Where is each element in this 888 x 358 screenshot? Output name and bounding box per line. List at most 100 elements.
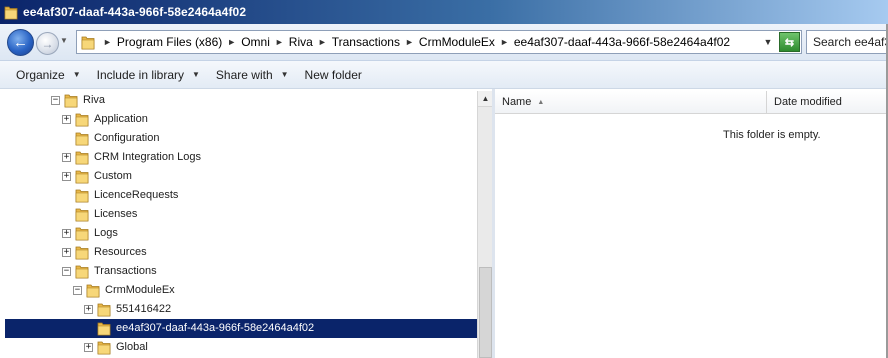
tree-item-label: Global [116, 341, 148, 353]
scrollbar-thumb[interactable] [479, 267, 492, 358]
address-bar[interactable]: ► Program Files (x86) ► Omni ► Riva ► Tr… [76, 30, 802, 54]
tree-item[interactable]: + Logs [5, 224, 477, 243]
window-title: ee4af307-daaf-443a-966f-58e2464a4f02 [23, 5, 247, 19]
column-header-label: Name [502, 96, 532, 108]
refresh-icon: ⇆ [784, 36, 795, 49]
tree-item[interactable]: − CrmModuleEx [5, 281, 477, 300]
tree-item-label: CrmModuleEx [105, 284, 175, 296]
collapse-icon[interactable]: − [73, 286, 82, 295]
expand-icon[interactable]: + [62, 172, 71, 181]
breadcrumb-separator-icon[interactable]: ► [275, 37, 284, 47]
scroll-up-button[interactable]: ▲ [478, 91, 493, 107]
breadcrumb-item[interactable]: Transactions [332, 35, 400, 49]
arrow-right-icon: → [41, 36, 54, 51]
tree-item-label: CRM Integration Logs [94, 151, 201, 163]
column-header-name[interactable]: Name ▲ [495, 91, 767, 113]
tree-item[interactable]: Licenses [5, 205, 477, 224]
folder-icon [75, 265, 89, 279]
recent-pages-dropdown[interactable]: ▼ [60, 36, 70, 48]
tree-item[interactable]: + Custom [5, 167, 477, 186]
organize-label: Organize [16, 67, 65, 82]
folder-icon [81, 36, 95, 50]
tree-item-label: Riva [83, 94, 106, 106]
breadcrumb-separator-icon[interactable]: ► [405, 37, 414, 47]
tree-item-label: Logs [94, 227, 118, 239]
breadcrumb-item[interactable]: Omni [241, 35, 270, 49]
expand-icon[interactable]: + [62, 115, 71, 124]
tree-item[interactable]: + CRM Integration Logs [5, 148, 477, 167]
chevron-up-icon: ▲ [481, 94, 490, 103]
tree-item-label: ee4af307-daaf-443a-966f-58e2464a4f02 [116, 322, 315, 334]
new-folder-label: New folder [304, 67, 362, 82]
folder-icon [75, 170, 89, 184]
breadcrumb-item[interactable]: Program Files (x86) [117, 35, 222, 49]
search-placeholder: Search ee4af307 [813, 35, 888, 49]
folder-icon [75, 189, 89, 203]
folder-icon [97, 322, 111, 336]
share-with-button[interactable]: Share with ▼ [208, 64, 297, 86]
breadcrumb-item[interactable]: ee4af307-daaf-443a-966f-58e2464a4f02 [514, 35, 730, 49]
expand-icon[interactable]: + [62, 229, 71, 238]
tree-item[interactable]: + Resources [5, 243, 477, 262]
tree-item[interactable]: +551416422 [5, 300, 477, 319]
breadcrumb-separator-icon[interactable]: ► [227, 37, 236, 47]
navigation-tree[interactable]: − Riva + Application Configuration + CRM Integ… [5, 91, 477, 358]
breadcrumb: Program Files (x86) ► Omni ► Riva ► Tran… [117, 35, 730, 49]
address-row: ← → ▼ ► Program Files (x86) ► Omni ► Riv… [0, 24, 888, 61]
folder-icon [97, 303, 111, 317]
breadcrumb-item[interactable]: Riva [289, 35, 313, 49]
refresh-button[interactable]: ⇆ [779, 32, 800, 52]
file-list[interactable]: Name ▲ Date modified This folder is empt… [495, 89, 888, 358]
folder-icon [75, 246, 89, 260]
expand-icon[interactable]: + [84, 343, 93, 352]
column-headers: Name ▲ Date modified [495, 91, 888, 114]
include-in-library-button[interactable]: Include in library ▼ [89, 64, 208, 86]
tree-item[interactable]: ee4af307-daaf-443a-966f-58e2464a4f02 [5, 319, 477, 338]
expand-icon[interactable]: + [62, 153, 71, 162]
column-header-date-modified[interactable]: Date modified [767, 91, 888, 113]
folder-icon [97, 341, 111, 355]
back-button[interactable]: ← [7, 29, 34, 56]
tree-item-label: Configuration [94, 132, 160, 144]
tree-item[interactable]: LicenceRequests [5, 186, 477, 205]
expand-icon[interactable]: + [84, 305, 93, 314]
sort-ascending-icon: ▲ [537, 98, 545, 106]
tree-item[interactable]: − Transactions [5, 262, 477, 281]
folder-icon [75, 113, 89, 127]
address-history-dropdown[interactable]: ▼ [759, 31, 777, 53]
arrow-left-icon: ← [13, 34, 28, 51]
chevron-down-icon: ▼ [763, 37, 773, 47]
empty-folder-message: This folder is empty. [723, 129, 821, 141]
tree-scrollbar[interactable]: ▲ [477, 91, 493, 358]
share-with-label: Share with [215, 67, 273, 82]
collapse-icon[interactable]: − [62, 267, 71, 276]
folder-icon [75, 227, 89, 241]
breadcrumb-separator-icon[interactable]: ► [500, 37, 509, 47]
tree-item[interactable]: + Global [5, 338, 477, 357]
tree-item-label: Application [94, 113, 148, 125]
tree-item[interactable]: + Application [5, 110, 477, 129]
folder-icon [75, 208, 89, 222]
breadcrumb-separator-icon[interactable]: ► [103, 37, 112, 47]
tree-item[interactable]: − Riva [5, 91, 477, 110]
organize-button[interactable]: Organize ▼ [8, 64, 89, 86]
folder-icon [86, 284, 100, 298]
tree-item-label: Transactions [94, 265, 157, 277]
chevron-down-icon: ▼ [60, 36, 68, 45]
new-folder-button[interactable]: New folder [297, 64, 370, 86]
tree-item[interactable]: Configuration [5, 129, 477, 148]
breadcrumb-item[interactable]: CrmModuleEx [419, 35, 495, 49]
folder-icon [4, 6, 18, 20]
title-bar: ee4af307-daaf-443a-966f-58e2464a4f02 [0, 0, 888, 24]
expand-icon[interactable]: + [62, 248, 71, 257]
include-in-library-label: Include in library [96, 67, 184, 82]
breadcrumb-separator-icon[interactable]: ► [318, 37, 327, 47]
search-input[interactable]: Search ee4af307 [806, 30, 888, 54]
forward-button[interactable]: → [36, 32, 59, 55]
tree-item-label: Resources [94, 246, 147, 258]
collapse-icon[interactable]: − [51, 96, 60, 105]
column-header-label: Date modified [774, 96, 842, 108]
folder-icon [75, 132, 89, 146]
chevron-down-icon: ▼ [280, 70, 289, 79]
tree-item-label: Licenses [94, 208, 138, 220]
